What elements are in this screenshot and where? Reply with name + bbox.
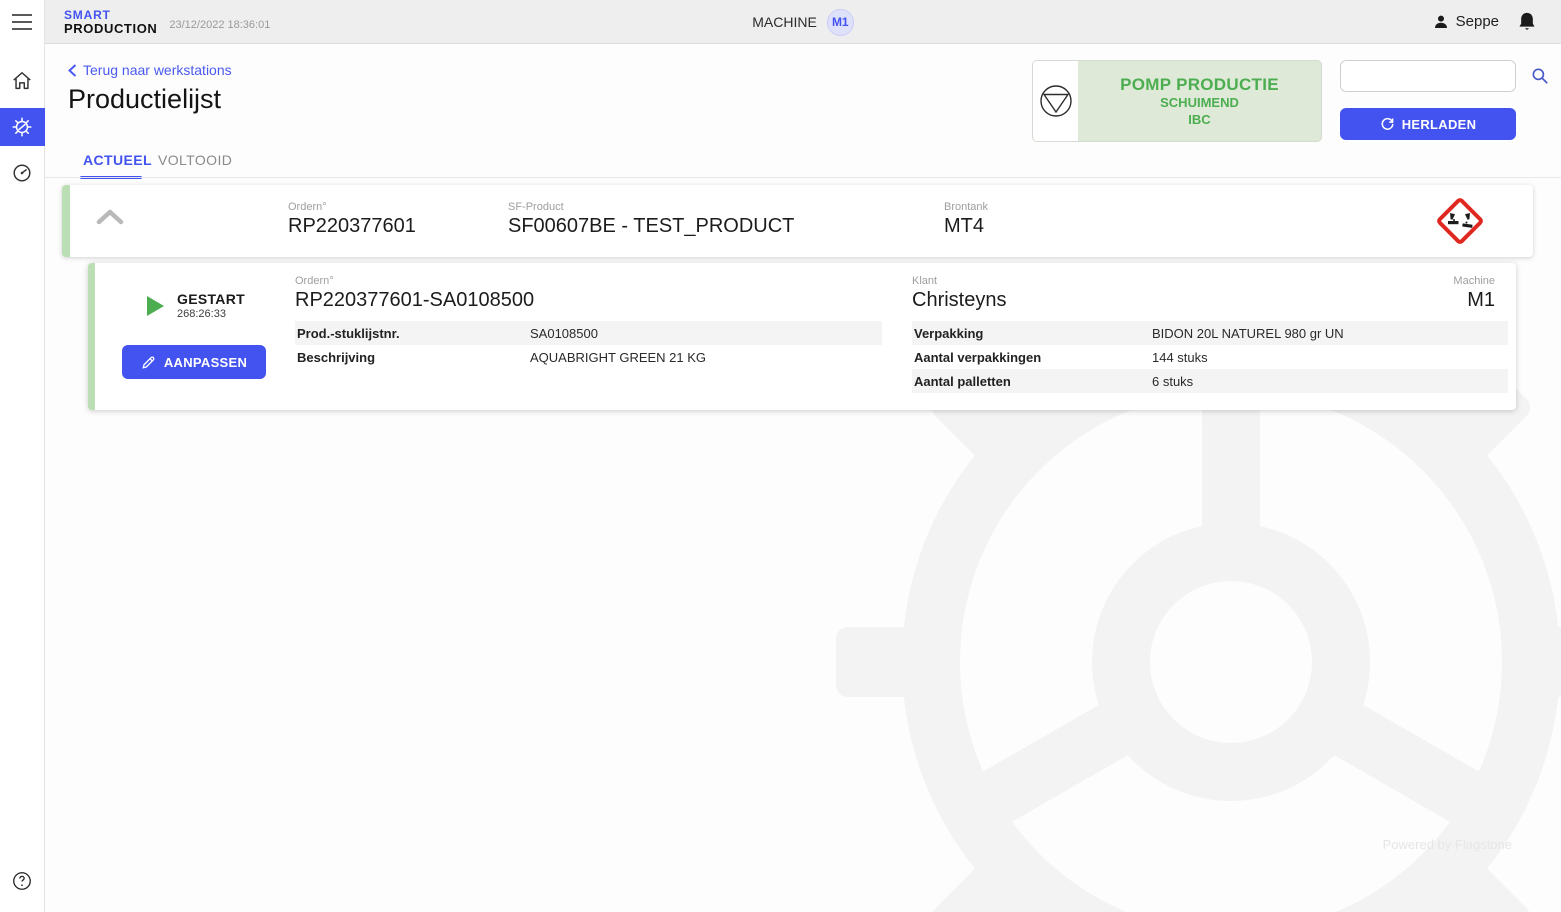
- sf-product-label: SF-Product: [508, 201, 794, 213]
- gauge-icon: [11, 162, 33, 184]
- user-icon: [1432, 13, 1450, 31]
- chevron-left-icon: [68, 64, 77, 77]
- user-name: Seppe: [1456, 13, 1499, 30]
- machine-col-label: Machine: [1453, 275, 1495, 287]
- page-title: Productielijst: [68, 84, 221, 115]
- order-group-card: Ordern° RP220377601 SF-Product SF00607BE…: [62, 185, 1533, 257]
- tab-actueel[interactable]: ACTUEEL: [83, 152, 152, 168]
- refresh-icon: [1380, 117, 1395, 132]
- menu-hamburger-icon[interactable]: [0, 0, 45, 44]
- pencil-icon: [141, 355, 156, 370]
- status-line3: IBC: [1188, 112, 1210, 128]
- status-timer: 268:26:33: [177, 308, 245, 320]
- back-to-workstations-link[interactable]: Terug naar werkstations: [68, 62, 232, 78]
- order-number-label: Ordern°: [288, 201, 416, 213]
- packaging-details-table: Verpakking BIDON 20L NATUREL 980 gr UN A…: [912, 321, 1508, 393]
- help-icon: [11, 870, 33, 892]
- pump-status-box[interactable]: POMP PRODUCTIE SCHUIMEND IBC: [1032, 60, 1322, 142]
- logo-smart: SMART: [64, 9, 157, 21]
- product-details-table: Prod.-stuklijstnr. SA0108500 Beschrijvin…: [295, 321, 882, 369]
- brontank-value: MT4: [944, 215, 988, 238]
- tabs-divider: [45, 177, 1561, 178]
- home-icon: [11, 70, 33, 92]
- klant-label: Klant: [912, 275, 1006, 287]
- search-input[interactable]: [1341, 69, 1531, 84]
- current-timestamp: 23/12/2022 18:36:01: [169, 19, 270, 31]
- sidebar-item-production[interactable]: [0, 108, 45, 146]
- status-line2: SCHUIMEND: [1160, 95, 1239, 111]
- status-label: GESTART: [177, 291, 245, 307]
- edit-button[interactable]: AANPASSEN: [122, 345, 266, 379]
- production-status: GESTART 268:26:33: [145, 291, 245, 320]
- notifications-bell-icon[interactable]: [1517, 11, 1537, 33]
- sidebar-item-home[interactable]: [0, 62, 45, 100]
- machine-col-value: M1: [1453, 289, 1495, 312]
- table-row: Aantal palletten 6 stuks: [912, 369, 1508, 393]
- sf-product-value: SF00607BE - TEST_PRODUCT: [508, 215, 794, 238]
- user-menu[interactable]: Seppe: [1432, 13, 1499, 31]
- machine-label: MACHINE: [752, 14, 817, 30]
- search-box: [1340, 60, 1516, 92]
- table-row: Beschrijving AQUABRIGHT GREEN 21 KG: [295, 345, 882, 369]
- hazard-corrosive-icon: [1434, 195, 1486, 247]
- table-row: Prod.-stuklijstnr. SA0108500: [295, 321, 882, 345]
- powered-by-text: Powered by Flagstone: [1383, 837, 1512, 852]
- brontank-label: Brontank: [944, 201, 988, 213]
- sidebar-item-dashboard[interactable]: [0, 154, 45, 192]
- sidebar: [0, 0, 45, 912]
- klant-value: Christeyns: [912, 289, 1006, 312]
- play-icon: [145, 295, 165, 317]
- app-logo: SMART PRODUCTION: [64, 9, 157, 35]
- table-row: Aantal verpakkingen 144 stuks: [912, 345, 1508, 369]
- suborder-number-label: Ordern°: [295, 275, 534, 287]
- topbar: SMART PRODUCTION 23/12/2022 18:36:01 MAC…: [45, 0, 1561, 44]
- tab-voltooid[interactable]: VOLTOOID: [158, 152, 232, 168]
- main-content: Powered by Flagstone Terug naar werkstat…: [45, 44, 1561, 912]
- help-button[interactable]: [0, 862, 45, 900]
- order-number-value: RP220377601: [288, 215, 416, 238]
- search-icon[interactable]: [1531, 67, 1549, 85]
- status-title: POMP PRODUCTIE: [1120, 74, 1279, 95]
- reload-button[interactable]: HERLADEN: [1340, 108, 1516, 140]
- machine-chip[interactable]: M1: [827, 9, 854, 36]
- settings-gear-icon: [10, 115, 34, 139]
- table-row: Verpakking BIDON 20L NATUREL 980 gr UN: [912, 321, 1508, 345]
- production-card: GESTART 268:26:33 AANPASSEN Ordern° RP22…: [88, 263, 1516, 410]
- suborder-number-value: RP220377601-SA0108500: [295, 289, 534, 312]
- logo-production: PRODUCTION: [64, 22, 157, 35]
- collapse-chevron-up-icon[interactable]: [95, 207, 125, 227]
- pump-icon: [1033, 61, 1078, 141]
